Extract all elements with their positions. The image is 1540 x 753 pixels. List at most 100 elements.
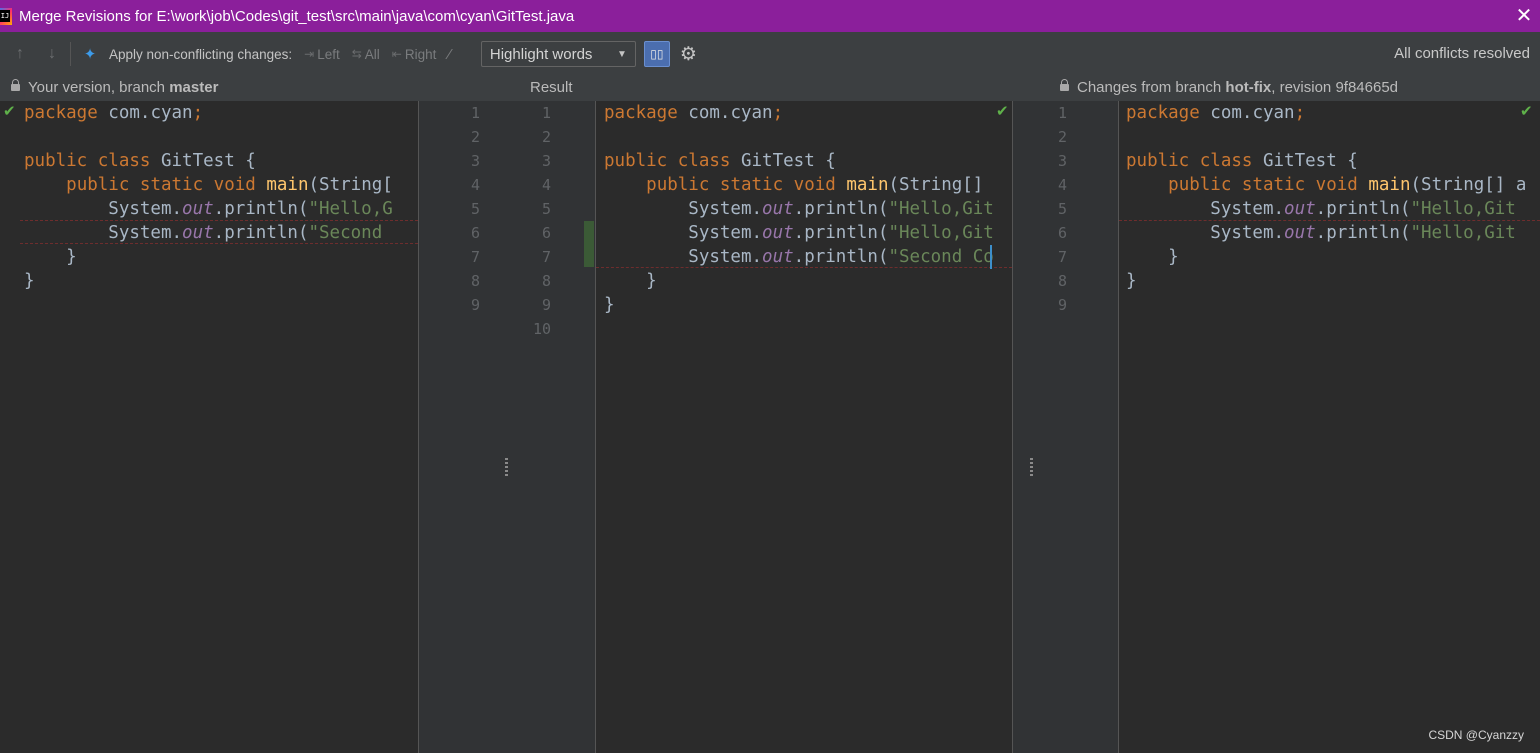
code-line[interactable]: public static void main(String[] a (1126, 173, 1526, 197)
code-line[interactable]: public class GitTest { (24, 149, 393, 173)
code-token: "Hello,Git (1410, 223, 1516, 243)
code-line[interactable]: } (24, 245, 393, 269)
left-header-prefix: Your version, branch (28, 79, 166, 96)
right-pane-header: Changes from branch hot-fix, revision 9f… (1060, 79, 1398, 96)
line-number: 10 (532, 320, 551, 338)
arrow-down-icon[interactable]: ↓ (42, 45, 62, 63)
code-line[interactable]: } (24, 269, 393, 293)
sync-scroll-icon[interactable]: ▯▯ (643, 41, 670, 67)
highlight-mode-select[interactable]: Highlight words ▼ (480, 41, 636, 67)
right-editor-pane[interactable]: ✔ package com.cyan; public class GitTest… (1119, 101, 1540, 753)
highlight-mode-value: Highlight words (489, 45, 593, 63)
magic-wand-icon[interactable]: ⁄ (448, 46, 451, 63)
code-token: System. (24, 223, 183, 243)
line-number: 3 (1057, 152, 1067, 170)
conflicts-status: All conflicts resolved (1394, 45, 1530, 62)
code-line[interactable]: public static void main(String[ (24, 173, 393, 197)
line-number: 6 (470, 224, 480, 242)
apply-left-button[interactable]: ⇥ Left (304, 47, 340, 62)
code-line[interactable]: System.out.println("Hello,Git (604, 221, 994, 245)
lock-icon (11, 79, 20, 91)
result-editor-pane[interactable]: ✔ package com.cyan; public class GitTest… (596, 101, 1012, 753)
code-token: out (182, 199, 214, 219)
code-line[interactable]: package com.cyan; (24, 101, 393, 125)
gear-icon[interactable]: ⚙ (680, 43, 697, 66)
code-line[interactable]: public class GitTest { (1126, 149, 1526, 173)
code-token: out (1284, 199, 1316, 219)
code-line[interactable]: System.out.println("Hello,G (24, 197, 393, 221)
window-title: Merge Revisions for E:\work\job\Codes\gi… (19, 7, 575, 25)
apply-left-label: Left (317, 46, 340, 62)
code-token: .println( (1315, 199, 1411, 219)
dropdown-arrow-icon: ▼ (616, 48, 627, 60)
code-line[interactable]: package com.cyan; (604, 101, 994, 125)
code-line[interactable]: System.out.println("Second Co (604, 245, 994, 269)
apply-left-icon: ⇥ (304, 47, 315, 61)
apply-all-button[interactable]: ⇆ All (352, 47, 380, 62)
result-pane-header: Result (530, 79, 573, 96)
line-number: 8 (541, 272, 551, 290)
splitter-handle[interactable] (505, 458, 508, 476)
code-token: System. (604, 223, 763, 243)
result-code-view[interactable]: package com.cyan; public class GitTest {… (604, 101, 994, 317)
line-number: 5 (1057, 200, 1067, 218)
code-line[interactable]: public class GitTest { (604, 149, 994, 173)
apply-right-button[interactable]: ⇤ Right (392, 47, 437, 62)
window-titlebar: IJ Merge Revisions for E:\work\job\Codes… (0, 0, 1540, 32)
line-number: 2 (1057, 128, 1067, 146)
code-token: public static void (646, 175, 836, 195)
apply-all-icon: ⇆ (351, 47, 362, 61)
magic-resolve-icon[interactable]: ✦ (79, 45, 101, 63)
code-token: "Hello,Git (888, 199, 994, 219)
code-token: package (604, 103, 678, 123)
code-token: (String[ (308, 175, 393, 195)
code-token: } (24, 247, 77, 267)
code-line[interactable] (24, 125, 393, 149)
watermark: CSDN @Cyanzzy (1428, 728, 1524, 742)
right-header-branch: hot-fix (1225, 79, 1272, 96)
code-token: } (24, 271, 35, 291)
code-line[interactable]: } (604, 293, 994, 317)
apply-right-label: Right (404, 46, 437, 62)
left-code-view[interactable]: package com.cyan; public class GitTest {… (24, 101, 393, 293)
code-token: GitTest { (1252, 151, 1358, 171)
code-line[interactable] (1126, 125, 1526, 149)
code-line[interactable] (604, 125, 994, 149)
code-line[interactable]: } (1126, 269, 1526, 293)
code-line[interactable]: } (604, 269, 994, 293)
code-line[interactable]: System.out.println("Hello,Git (1126, 197, 1526, 221)
arrow-up-icon[interactable]: ↑ (10, 45, 30, 63)
code-token: System. (1126, 199, 1285, 219)
code-token: package (1126, 103, 1200, 123)
code-line[interactable]: public static void main(String[] (604, 173, 994, 197)
right-header-suffix: , revision 9f84665d (1271, 79, 1399, 96)
right-gutter: 1 2 3 4 5 6 7 8 9 (1013, 101, 1118, 753)
left-editor-pane[interactable]: ✔ package com.cyan; public class GitTest… (0, 101, 418, 753)
toolbar-separator (70, 42, 71, 66)
code-line[interactable]: } (1126, 245, 1526, 269)
code-token: public class (604, 151, 731, 171)
code-line[interactable]: System.out.println("Second (24, 221, 393, 245)
line-number: 2 (541, 128, 551, 146)
intellij-app-icon: IJ (0, 7, 12, 25)
right-code-view[interactable]: package com.cyan; public class GitTest {… (1126, 101, 1526, 293)
code-token: } (604, 271, 657, 291)
code-line[interactable]: System.out.println("Hello,Git (604, 197, 994, 221)
code-token: "Hello,Git (1410, 199, 1516, 219)
text-caret (990, 245, 992, 269)
code-line[interactable]: System.out.println("Hello,Git (1126, 221, 1526, 245)
left-resolved-check-icon: ✔ (3, 102, 16, 120)
line-number: 9 (541, 296, 551, 314)
close-icon[interactable]: ✕ (1512, 4, 1536, 28)
line-number: 8 (470, 272, 480, 290)
line-number: 9 (470, 296, 480, 314)
line-number: 1 (470, 104, 480, 122)
code-token: out (762, 199, 794, 219)
line-number: 1 (1057, 104, 1067, 122)
splitter-handle[interactable] (1030, 458, 1033, 476)
line-number: 1 (541, 104, 551, 122)
code-line[interactable]: package com.cyan; (1126, 101, 1526, 125)
